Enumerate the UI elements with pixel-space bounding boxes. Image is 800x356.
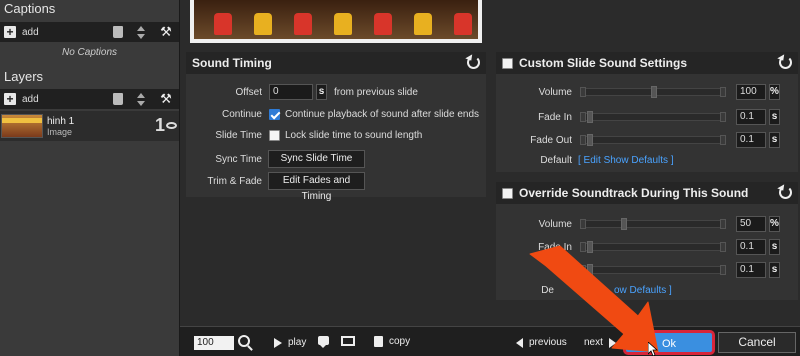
fade-in-slider[interactable]: [580, 111, 726, 123]
reorder-icon[interactable]: [137, 25, 145, 39]
sound-timing-panel: Sound Timing Offset 0 s from previous sl…: [186, 52, 486, 202]
trim-fade-label: Trim & Fade: [207, 175, 262, 187]
layer-type: Image: [47, 126, 73, 137]
bottom-bar: 100 play copy previous next Ok Cancel: [180, 326, 800, 356]
fade-in-input[interactable]: 0.1: [736, 239, 766, 255]
reset-icon[interactable]: [467, 56, 480, 69]
volume-input[interactable]: 100: [736, 84, 766, 100]
fade-in-input[interactable]: 0.1: [736, 109, 766, 125]
sync-slide-time-button[interactable]: Sync Slide Time: [268, 150, 365, 168]
offset-unit: s: [316, 84, 327, 100]
volume-slider-knob[interactable]: [621, 218, 627, 230]
slide-time-label: Slide Time: [215, 130, 262, 141]
trash-icon[interactable]: [113, 26, 123, 38]
offset-label: Offset: [235, 86, 263, 98]
edit-show-defaults-link[interactable]: [ Edit Show Defaults ]: [578, 155, 674, 166]
copy-label: copy: [389, 336, 411, 347]
continue-text: Continue playback of sound after slide e…: [285, 109, 480, 120]
fade-out-slider-knob[interactable]: [587, 134, 593, 146]
override-soundtrack-header: Override Soundtrack During This Sound: [496, 182, 798, 204]
speech-bubble-icon: [318, 336, 329, 348]
sound-timing-title: Sound Timing: [192, 56, 272, 70]
fade-out-unit: s: [769, 132, 780, 148]
layer-name: hinh 1: [47, 115, 75, 127]
reorder-icon[interactable]: [137, 92, 145, 106]
layer-thumbnail: [1, 114, 43, 138]
frame-icon: [341, 336, 355, 346]
fade-in-unit: s: [769, 239, 780, 255]
tools-icon[interactable]: ⚒: [159, 92, 173, 106]
add-caption-button[interactable]: add: [22, 27, 39, 38]
edit-fades-button[interactable]: Edit Fades and Timing: [268, 172, 365, 202]
fade-out-input[interactable]: 0.1: [736, 262, 766, 278]
add-layer-button[interactable]: add: [22, 94, 39, 105]
offset-input[interactable]: 0: [269, 84, 313, 100]
volume-slider-knob[interactable]: [651, 86, 657, 98]
play-button[interactable]: play: [274, 337, 306, 348]
offset-suffix: from previous slide: [334, 86, 418, 98]
default-label: Default: [540, 155, 572, 166]
copy-button[interactable]: copy: [374, 336, 410, 347]
copy-icon: [374, 336, 383, 347]
custom-sound-title: Custom Slide Sound Settings: [519, 56, 688, 70]
volume-label: Volume: [538, 218, 572, 230]
frame-button[interactable]: [341, 336, 355, 346]
fade-in-label: Fade In: [538, 111, 572, 123]
custom-sound-header: Custom Slide Sound Settings: [496, 52, 798, 74]
left-panel: Captions + add ⚒ No Captions Layers + ad…: [0, 0, 180, 356]
reset-icon[interactable]: [779, 186, 792, 199]
captions-toolbar: + add ⚒: [0, 22, 179, 42]
slide-time-checkbox[interactable]: [269, 130, 280, 141]
volume-label: Volume: [538, 86, 572, 98]
sync-time-label: Sync Time: [215, 153, 262, 165]
fade-out-unit: s: [769, 262, 780, 278]
layer-item[interactable]: hinh 1 Image 1: [0, 111, 179, 141]
play-label: play: [288, 337, 307, 348]
override-soundtrack-title: Override Soundtrack During This Sound: [519, 186, 749, 200]
mouse-cursor-icon: [648, 342, 658, 356]
custom-sound-checkbox[interactable]: [502, 57, 513, 69]
volume-slider[interactable]: [580, 86, 726, 98]
tools-icon[interactable]: ⚒: [159, 25, 173, 39]
volume-slider[interactable]: [580, 218, 726, 230]
volume-input[interactable]: 50: [736, 216, 766, 232]
no-captions-text: No Captions: [61, 47, 118, 58]
cancel-button[interactable]: Cancel: [718, 332, 796, 353]
fade-out-input[interactable]: 0.1: [736, 132, 766, 148]
fade-out-slider[interactable]: [580, 134, 726, 146]
slide-time-text: Lock slide time to sound length: [285, 130, 423, 141]
fade-out-label: Fade Out: [530, 134, 572, 146]
annotation-arrow-icon: [529, 245, 659, 353]
visibility-eye-icon[interactable]: [166, 122, 177, 129]
layers-toolbar: + add ⚒: [0, 89, 179, 109]
fade-in-slider-knob[interactable]: [587, 111, 593, 123]
add-caption-icon[interactable]: +: [4, 26, 16, 38]
add-layer-icon[interactable]: +: [4, 93, 16, 105]
captions-title: Captions: [4, 1, 56, 16]
zoom-input[interactable]: 100: [194, 336, 234, 350]
volume-unit: %: [769, 84, 780, 100]
fade-in-unit: s: [769, 109, 780, 125]
sound-timing-header: Sound Timing: [186, 52, 486, 74]
custom-sound-panel: Custom Slide Sound Settings Volume 100 %…: [496, 52, 798, 172]
continue-label: Continue: [221, 109, 262, 120]
reset-icon[interactable]: [779, 56, 792, 69]
volume-unit: %: [769, 216, 780, 232]
slide-preview-image: [190, 0, 482, 43]
override-soundtrack-checkbox[interactable]: [502, 187, 513, 199]
layer-number: 1: [154, 115, 165, 135]
continue-checkbox[interactable]: [269, 109, 280, 120]
play-icon: [274, 337, 282, 348]
trash-icon[interactable]: [113, 93, 123, 105]
layers-title: Layers: [4, 69, 44, 84]
caption-button[interactable]: [318, 336, 329, 348]
search-icon[interactable]: [238, 335, 250, 347]
